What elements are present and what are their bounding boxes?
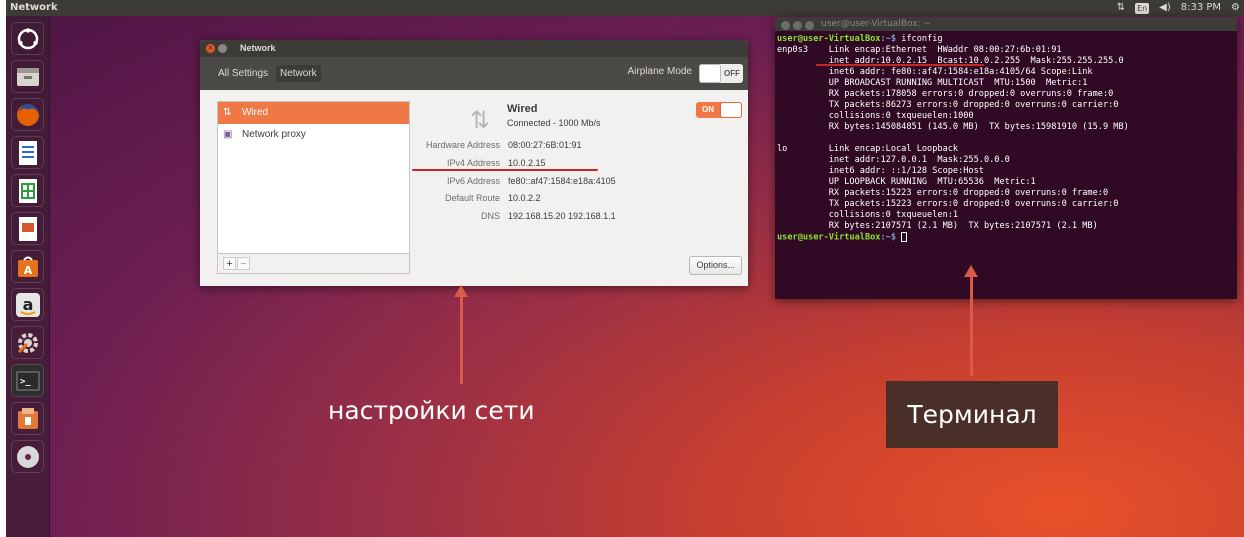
- ifconfig-output: enp0s3 Link encap:Ethernet HWaddr 08:00:…: [777, 45, 1129, 231]
- firefox-icon[interactable]: [11, 98, 44, 131]
- network-settings-window: × Network All Settings Network Airplane …: [200, 40, 748, 286]
- connection-list: ⇅ Wired ▣ Network proxy + −: [217, 101, 410, 274]
- terminal-arrow-shaft: [970, 276, 973, 376]
- sidebar-item-label: Network proxy: [242, 129, 306, 140]
- active-window-title: Network: [10, 2, 58, 13]
- terminal-title: user@user-VirtualBox: ~: [821, 19, 931, 29]
- prompt-user: user@user-VirtualBox: [777, 34, 881, 44]
- options-button[interactable]: Options...: [689, 256, 742, 275]
- system-settings-icon[interactable]: [11, 326, 44, 359]
- dvd-icon[interactable]: [11, 440, 44, 473]
- svg-text:>_: >_: [20, 377, 31, 387]
- breadcrumb-all-settings[interactable]: All Settings: [214, 65, 272, 82]
- network-arrow-shaft: [460, 296, 463, 384]
- prompt-path: :~$: [880, 232, 897, 243]
- dns-label: DNS: [480, 211, 500, 221]
- terminal-caption-box: Терминал: [886, 381, 1058, 448]
- add-connection-button[interactable]: +: [223, 257, 236, 270]
- window-maximize-icon[interactable]: [805, 21, 814, 30]
- keyboard-layout-indicator[interactable]: En: [1135, 2, 1150, 14]
- terminal-caption: Терминал: [907, 400, 1037, 429]
- breadcrumb-network[interactable]: Network: [276, 65, 321, 82]
- airplane-mode-label: Airplane Mode: [627, 66, 692, 77]
- terminal-titlebar[interactable]: user@user-VirtualBox: ~: [775, 17, 1237, 31]
- default-route-value: 10.0.2.2: [508, 193, 541, 203]
- network-settings-caption: настройки сети: [328, 396, 535, 425]
- network-indicator-icon[interactable]: ⇅: [1117, 0, 1125, 16]
- svg-text:a: a: [22, 295, 33, 314]
- svg-text:A: A: [23, 264, 32, 277]
- software-center-icon[interactable]: A: [11, 250, 44, 283]
- inet-addr-underline: [816, 64, 984, 66]
- hardware-address-label: Hardware Address: [425, 140, 500, 150]
- airplane-mode-switch[interactable]: OFF: [699, 64, 743, 83]
- hardware-address-value: 08:00:27:6B:01:91: [508, 140, 582, 150]
- clock[interactable]: 8:33 PM: [1181, 0, 1221, 16]
- ipv4-address-label: IPv4 Address: [446, 158, 500, 168]
- terminal-output-area[interactable]: user@user-VirtualBox:~$ ifconfig enp0s3 …: [775, 31, 1237, 244]
- dns-value: 192.168.15.20 192.168.1.1: [508, 211, 616, 221]
- file-archive-icon[interactable]: [11, 402, 44, 435]
- sidebar-item-network-proxy[interactable]: ▣ Network proxy: [218, 124, 409, 146]
- desktop: Network ⇅ En ◀) 8:33 PM ⚙ A a >_ × Netwo…: [6, 0, 1244, 537]
- libreoffice-calc-icon[interactable]: [11, 174, 44, 207]
- window-close-icon[interactable]: ×: [206, 44, 215, 53]
- prompt-path: :~$: [880, 34, 897, 44]
- network-window-titlebar[interactable]: × Network: [200, 40, 748, 57]
- network-window-title: Network: [240, 43, 276, 53]
- files-icon[interactable]: [11, 60, 44, 93]
- amazon-icon[interactable]: a: [11, 288, 44, 321]
- connection-title: Wired: [507, 103, 538, 115]
- indicator-area: ⇅ En ◀) 8:33 PM ⚙: [1117, 0, 1240, 16]
- ipv4-address-value: 10.0.2.15: [508, 158, 546, 168]
- wired-connection-icon: ⇅: [470, 107, 491, 134]
- libreoffice-impress-icon[interactable]: [11, 212, 44, 245]
- top-panel: Network ⇅ En ◀) 8:33 PM ⚙: [6, 0, 1244, 16]
- switch-knob: [720, 102, 742, 118]
- power-gear-icon[interactable]: ⚙: [1231, 0, 1240, 16]
- prompt-user: user@user-VirtualBox: [777, 232, 881, 243]
- terminal-window[interactable]: user@user-VirtualBox: ~ user@user-Virtua…: [775, 17, 1237, 299]
- wired-network-icon: ⇅: [223, 107, 232, 118]
- ipv6-address-value: fe80::af47:1584:e18a:4105: [508, 176, 616, 186]
- terminal-cursor: [901, 232, 908, 242]
- sidebar-item-label: Wired: [242, 107, 269, 118]
- window-minimize-icon[interactable]: [218, 44, 227, 53]
- network-toolbar: All Settings Network Airplane Mode OFF: [200, 57, 748, 90]
- terminal-icon[interactable]: >_: [11, 364, 44, 397]
- network-proxy-icon: ▣: [223, 129, 233, 140]
- airplane-mode-state: OFF: [724, 69, 740, 78]
- wired-connection-switch[interactable]: ON: [696, 102, 742, 118]
- window-minimize-icon[interactable]: [793, 21, 802, 30]
- ubuntu-dash-icon[interactable]: [11, 22, 44, 55]
- ipv4-underline: [412, 169, 598, 171]
- terminal-command: ifconfig: [896, 34, 943, 44]
- launcher: A a >_: [6, 16, 50, 537]
- volume-icon[interactable]: ◀): [1159, 0, 1171, 16]
- ipv6-address-label: IPv6 Address: [446, 176, 500, 186]
- default-route-label: Default Route: [444, 193, 500, 203]
- remove-connection-button[interactable]: −: [237, 257, 250, 270]
- window-close-icon[interactable]: [781, 21, 790, 30]
- libreoffice-writer-icon[interactable]: [11, 136, 44, 169]
- wired-switch-state: ON: [702, 105, 714, 114]
- sidebar-item-wired[interactable]: ⇅ Wired: [218, 102, 409, 124]
- switch-knob: [699, 64, 721, 83]
- connection-details: ⇅ Wired Connected - 1000 Mb/s ON Hardwar…: [410, 100, 748, 286]
- connection-list-toolbar: + −: [218, 253, 409, 273]
- connection-status: Connected - 1000 Mb/s: [507, 118, 601, 128]
